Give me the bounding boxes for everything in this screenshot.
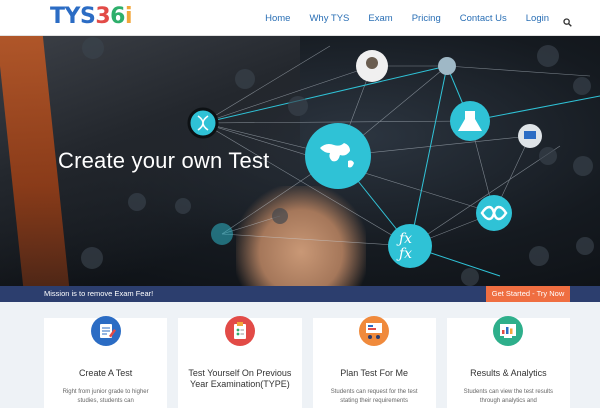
- create-test-icon: [90, 316, 121, 346]
- search-icon[interactable]: [563, 14, 572, 27]
- feature-card-plan-test[interactable]: Plan Test For Me Students can request fo…: [312, 316, 436, 408]
- site-header: TYS36i Home Why TYS Exam Pricing Contact…: [0, 0, 600, 36]
- feature-title: Plan Test For Me: [340, 368, 409, 378]
- clipboard-icon: [224, 316, 255, 346]
- feature-card-create-test[interactable]: Create A Test Right from junior grade to…: [44, 316, 168, 408]
- presentation-icon: [359, 316, 390, 346]
- logo-letter: Y: [64, 4, 81, 29]
- mission-text: Mission is to remove Exam Fear!: [44, 289, 154, 298]
- feature-desc: Students can request for the test statin…: [330, 389, 418, 404]
- nav-exam[interactable]: Exam: [368, 13, 392, 24]
- nav-why-tys[interactable]: Why TYS: [309, 13, 349, 24]
- nav-home[interactable]: Home: [265, 13, 290, 24]
- nav-pricing[interactable]: Pricing: [412, 13, 441, 24]
- feature-card-results[interactable]: Results & Analytics Students can view th…: [446, 316, 570, 408]
- hero-title: Create your own Test: [58, 148, 270, 173]
- feature-title: Results & Analytics: [470, 368, 547, 378]
- logo-letter: 6: [110, 4, 125, 29]
- feature-card-type[interactable]: Test Yourself On Previous Year Examinati…: [178, 316, 302, 408]
- get-started-button[interactable]: Get Started - Try Now: [486, 286, 570, 302]
- logo-letter: T: [50, 4, 65, 29]
- feature-title: Create A Test: [78, 368, 133, 378]
- logo-letter: S: [79, 4, 96, 29]
- feature-desc: Right from junior grade to higher studie…: [62, 389, 149, 404]
- analytics-icon: [493, 316, 524, 346]
- feature-title: Test Yourself On Previous Year Examinati…: [188, 368, 292, 389]
- logo-letter: 3: [95, 4, 111, 29]
- svg-text:ƒx: ƒx: [396, 231, 412, 247]
- nav-contact-us[interactable]: Contact Us: [460, 13, 507, 24]
- main-nav: Home Why TYS Exam Pricing Contact Us Log…: [246, 0, 572, 36]
- feature-desc: Students can view the test results throu…: [463, 389, 554, 404]
- avatar-node: [438, 57, 456, 75]
- equation-node: [211, 223, 233, 245]
- feature-cards: Create A Test Right from junior grade to…: [44, 316, 570, 408]
- svg-text:ƒx: ƒx: [396, 246, 412, 262]
- logo-letter: i: [124, 4, 133, 29]
- hero-banner: ƒx ƒx Create your own Test: [0, 36, 600, 286]
- site-logo[interactable]: TYS36i: [50, 4, 132, 30]
- nav-login[interactable]: Login: [526, 13, 549, 24]
